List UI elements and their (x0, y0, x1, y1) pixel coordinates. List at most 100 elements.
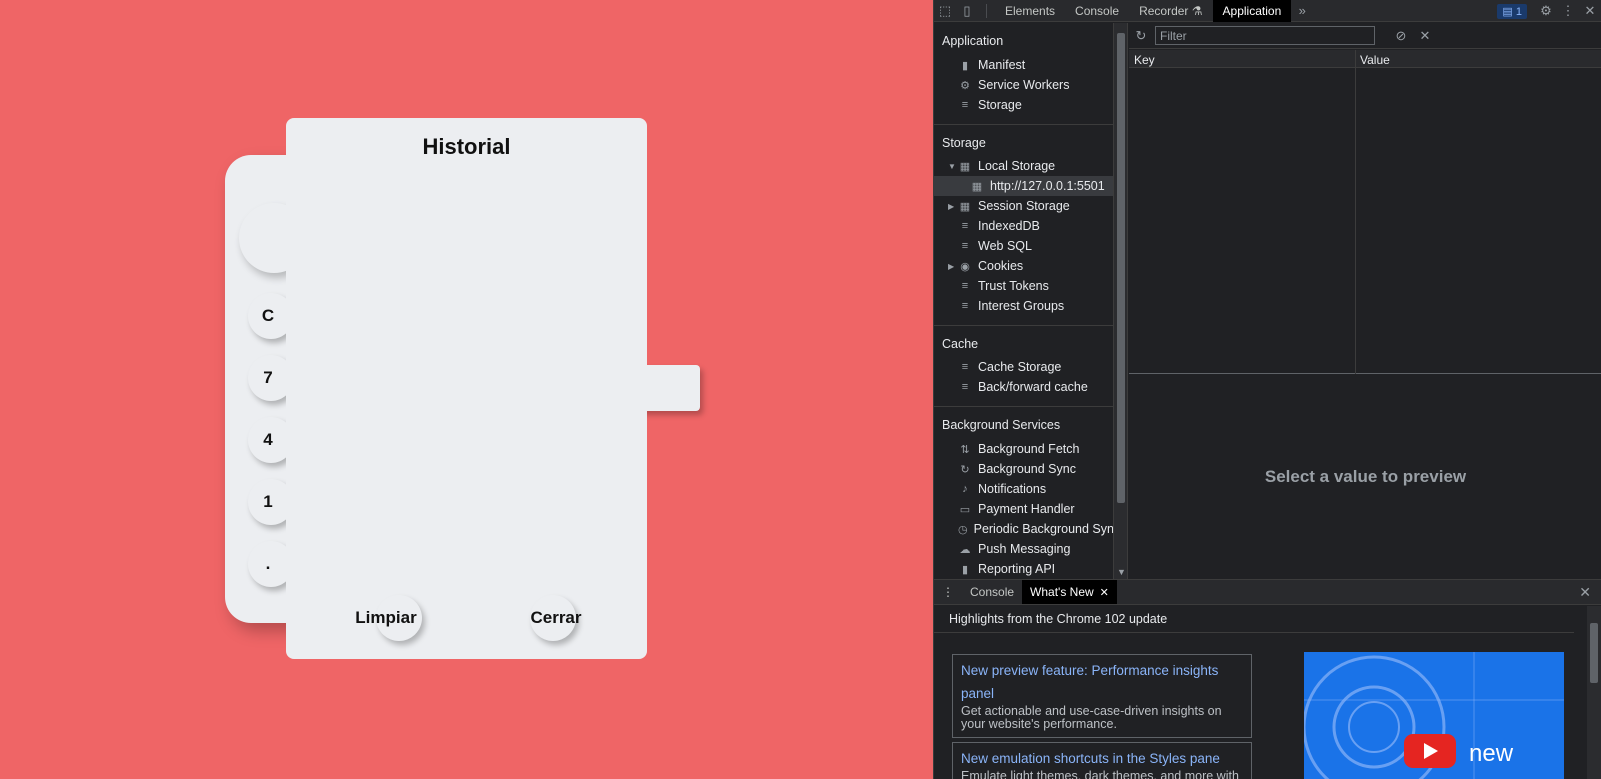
cloud-icon: ☁ (959, 543, 971, 556)
clear-history-button[interactable]: Limpiar (346, 595, 426, 641)
close-devtools-icon[interactable]: ✕ (1579, 0, 1601, 22)
sidebar-item-local-storage[interactable]: ▼ ▦ Local Storage (948, 156, 1113, 176)
sidebar-item-back-forward-cache[interactable]: ≡ Back/forward cache (958, 377, 1113, 397)
issues-badge[interactable]: ▤ 1 (1497, 3, 1527, 19)
feature-card[interactable]: New emulation shortcuts in the Styles pa… (952, 742, 1252, 779)
sidebar-item-label: Manifest (978, 58, 1026, 72)
drawer-tab-console[interactable]: Console (962, 580, 1022, 604)
sidebar-item-storage[interactable]: ≡ Storage (958, 95, 1113, 115)
database-icon: ≡ (961, 240, 969, 252)
filter-input[interactable] (1155, 26, 1375, 45)
file-icon: ▮ (961, 59, 969, 72)
sync-icon: ↻ (960, 463, 970, 476)
sidebar-item-label: Reporting API (978, 562, 1056, 576)
section-cache: Cache (942, 337, 979, 351)
sidebar-item-manifest[interactable]: ▮ Manifest (958, 55, 1113, 75)
tab-console[interactable]: Console (1065, 0, 1129, 22)
table-icon: ▦ (971, 180, 983, 193)
sidebar-item-label: Trust Tokens (978, 279, 1049, 293)
devtools-panel: ⬚ ▯ Elements Console Recorder ⚗ Applicat… (933, 0, 1601, 779)
delete-selected-icon[interactable]: ✕ (1413, 28, 1437, 44)
sidebar-divider (934, 325, 1113, 326)
issues-count: 1 (1515, 5, 1522, 18)
more-options-icon[interactable]: ⋮ (1557, 0, 1579, 22)
column-divider[interactable] (1355, 50, 1356, 374)
sidebar-item-push-messaging[interactable]: ☁ Push Messaging (958, 539, 1113, 559)
history-panel: Historial Limpiar Cerrar (286, 118, 647, 659)
feature-card-desc: Emulate light themes, dark themes, and m… (961, 769, 1239, 779)
sidebar-item-local-origin[interactable]: ▦ http://127.0.0.1:5501 (934, 176, 1113, 196)
refresh-icon[interactable]: ↻ (1129, 28, 1153, 44)
expanded-arrow-icon: ▼ (948, 161, 956, 171)
close-tab-icon[interactable]: ✕ (1100, 586, 1109, 599)
storage-toolbar: ↻ ⊘ ✕ (1129, 23, 1601, 49)
sidebar-item-label: Back/forward cache (978, 380, 1088, 394)
database-icon: ≡ (961, 99, 969, 111)
sidebar-item-background-fetch[interactable]: ⇅ Background Fetch (958, 439, 1113, 459)
settings-gear-icon[interactable]: ⚙ (1535, 0, 1557, 22)
tab-recorder[interactable]: Recorder ⚗ (1129, 0, 1212, 22)
drawer-scrollbar[interactable] (1587, 606, 1601, 779)
sidebar-item-label: Push Messaging (978, 542, 1071, 556)
feature-card-title[interactable]: New emulation shortcuts in the Styles pa… (961, 747, 1243, 770)
clear-all-icon[interactable]: ⊘ (1389, 28, 1413, 44)
table-icon: ▦ (959, 200, 971, 213)
sidebar-item-interest-groups[interactable]: ≡ Interest Groups (958, 296, 1113, 316)
sidebar-item-payment-handler[interactable]: ▭ Payment Handler (958, 499, 1113, 519)
section-storage: Storage (942, 136, 986, 150)
tab-recorder-label: Recorder (1139, 3, 1189, 18)
whats-new-video-thumbnail[interactable]: new (1304, 652, 1564, 779)
sidebar-item-label: Web SQL (978, 239, 1032, 253)
sidebar-item-cache-storage[interactable]: ≡ Cache Storage (958, 357, 1113, 377)
tab-application[interactable]: Application (1212, 0, 1292, 22)
sidebar-item-web-sql[interactable]: ≡ Web SQL (958, 236, 1113, 256)
close-history-label: Cerrar (530, 608, 582, 627)
sidebar-scroll-thumb[interactable] (1117, 33, 1125, 503)
sidebar-item-service-workers[interactable]: ⚙ Service Workers (958, 75, 1113, 95)
sidebar-item-label: Cache Storage (978, 360, 1062, 374)
key-column-header[interactable]: Key (1134, 53, 1155, 67)
tab-elements[interactable]: Elements (995, 0, 1065, 22)
flask-icon: ⚗ (1191, 3, 1203, 18)
value-preview: Select a value to preview (1264, 467, 1467, 486)
highlights-heading: Highlights from the Chrome 102 update (949, 612, 1168, 626)
sidebar-scrollbar[interactable]: ▼ (1114, 23, 1128, 579)
sidebar-item-label: Service Workers (978, 78, 1070, 92)
value-column-header[interactable]: Value (1360, 53, 1390, 67)
sidebar-item-indexeddb[interactable]: ≡ IndexedDB (958, 216, 1113, 236)
sidebar-item-session-storage[interactable]: ▶ ▦ Session Storage (948, 196, 1113, 216)
sidebar-item-notifications[interactable]: ♪ Notifications (958, 479, 1113, 499)
device-toolbar-icon[interactable]: ▯ (956, 0, 978, 22)
feature-card-title[interactable]: New preview feature: Performance insight… (961, 659, 1243, 705)
cookie-icon: ◉ (960, 260, 970, 273)
more-tabs-icon[interactable]: » (1291, 0, 1313, 22)
sidebar-item-background-sync[interactable]: ↻ Background Sync (958, 459, 1113, 479)
drawer-scroll-thumb[interactable] (1590, 623, 1598, 683)
table-icon: ▦ (959, 160, 971, 173)
drawer-tab-whats-new[interactable]: What's New ✕ (1022, 580, 1117, 604)
youtube-play-icon[interactable] (1404, 734, 1456, 768)
sidebar-item-periodic-background-sync[interactable]: ◷ Periodic Background Sync (958, 519, 1113, 539)
gear-icon: ⚙ (960, 79, 970, 92)
sidebar-item-label: Notifications (978, 482, 1047, 496)
history-toggle-tab[interactable] (640, 365, 700, 411)
sidebar-item-label: Background Fetch (978, 442, 1080, 456)
sidebar-item-reporting-api[interactable]: ▮ Reporting API (958, 559, 1113, 579)
key-value-grid: Key Value (1129, 50, 1601, 374)
sidebar-item-label: Background Sync (978, 462, 1076, 476)
close-drawer-icon[interactable]: ✕ (1579, 584, 1591, 601)
scroll-down-arrow-icon[interactable]: ▼ (1117, 567, 1126, 577)
sidebar-item-label: Session Storage (978, 199, 1070, 213)
inspect-element-icon[interactable]: ⬚ (934, 0, 956, 22)
drawer-menu-icon[interactable]: ⋮ (934, 580, 962, 604)
sidebar-item-trust-tokens[interactable]: ≡ Trust Tokens (958, 276, 1113, 296)
sidebar-item-label: IndexedDB (978, 219, 1040, 233)
close-history-button[interactable]: Cerrar (526, 595, 586, 641)
section-application: Application (942, 34, 1004, 48)
storage-viewer: ↻ ⊘ ✕ Key Value Select a value to previe… (1129, 23, 1601, 579)
web-page: C 7 4 1 . Historial Limpiar Cerrar (0, 0, 933, 779)
database-icon: ≡ (961, 300, 969, 312)
sidebar-item-cookies[interactable]: ▶ ◉ Cookies (948, 256, 1113, 276)
feature-card[interactable]: New preview feature: Performance insight… (952, 654, 1252, 738)
message-icon: ▤ (1502, 5, 1513, 18)
